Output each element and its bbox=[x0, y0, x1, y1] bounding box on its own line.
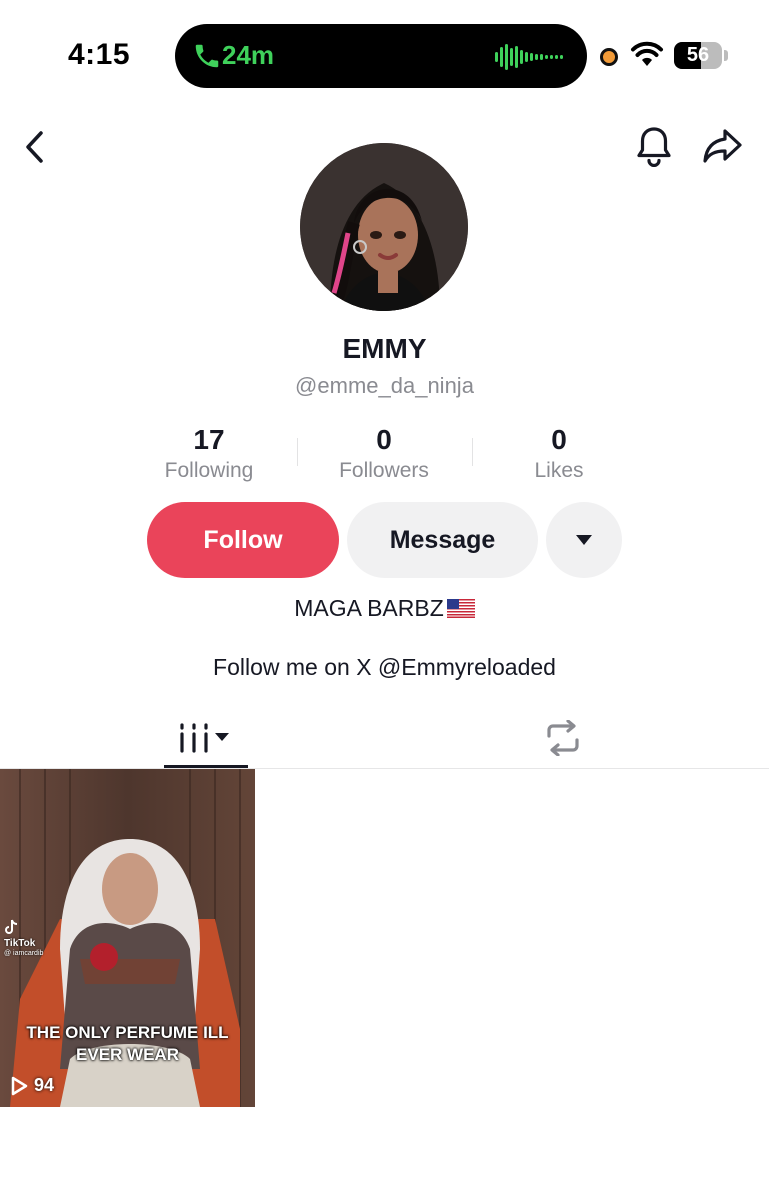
stat-label: Likes bbox=[534, 459, 584, 482]
tiktok-logo-icon bbox=[5, 919, 18, 934]
stat-likes[interactable]: 0 Likes bbox=[479, 424, 639, 486]
play-count-value: 94 bbox=[34, 1075, 55, 1095]
audio-waveform-icon bbox=[495, 44, 563, 70]
play-icon bbox=[11, 1076, 28, 1095]
message-button[interactable]: Message bbox=[347, 502, 538, 578]
stat-following[interactable]: 17 Following bbox=[129, 424, 289, 486]
follow-button[interactable]: Follow bbox=[147, 502, 339, 578]
video-caption-line: EVER WEAR bbox=[76, 1045, 179, 1064]
bio-line: MAGA BARBZ bbox=[0, 595, 769, 622]
caret-down-icon bbox=[576, 535, 592, 545]
stat-label: Followers bbox=[339, 459, 429, 482]
stat-label: Following bbox=[164, 459, 254, 482]
profile-username[interactable]: @emme_da_ninja bbox=[0, 373, 769, 399]
tab-videos[interactable] bbox=[164, 708, 248, 768]
profile-avatar[interactable] bbox=[300, 143, 468, 311]
video-thumbnail[interactable]: TikTok @ iamcardib THE ONLY PERFUME ILL … bbox=[0, 769, 255, 1107]
bell-icon bbox=[637, 127, 671, 167]
privacy-indicator-dot bbox=[600, 48, 618, 66]
stat-followers[interactable]: 0 Followers bbox=[304, 424, 464, 486]
call-duration: 24m bbox=[222, 40, 275, 70]
avatar-illustration bbox=[300, 143, 468, 311]
us-flag-icon bbox=[446, 599, 475, 618]
video-caption-line: THE ONLY PERFUME ILL bbox=[26, 1023, 229, 1042]
tiktok-watermark-text: TikTok bbox=[4, 938, 36, 949]
status-bar: 4:15 24m 56 bbox=[0, 0, 769, 110]
share-button[interactable] bbox=[700, 124, 744, 168]
wifi-icon bbox=[631, 41, 663, 66]
phone-icon bbox=[195, 44, 219, 68]
battery-percent: 56 bbox=[686, 44, 710, 66]
suggested-accounts-button[interactable] bbox=[546, 502, 622, 578]
stat-divider bbox=[297, 438, 298, 466]
profile-display-name: EMMY bbox=[342, 333, 427, 364]
notifications-button[interactable] bbox=[632, 124, 676, 168]
stat-value: 17 bbox=[193, 424, 225, 455]
tab-reposts[interactable] bbox=[521, 708, 605, 768]
dynamic-island[interactable]: 24m bbox=[175, 24, 587, 88]
stat-value: 0 bbox=[551, 424, 567, 455]
battery-icon: 56 bbox=[674, 42, 722, 69]
battery-cap bbox=[724, 50, 728, 61]
videos-grid-icon bbox=[180, 723, 229, 753]
bio-text: MAGA BARBZ bbox=[294, 595, 444, 621]
back-button[interactable] bbox=[13, 125, 57, 169]
stat-value: 0 bbox=[376, 424, 392, 455]
status-time: 4:15 bbox=[68, 38, 131, 71]
share-arrow-icon bbox=[703, 129, 742, 163]
stat-divider bbox=[472, 438, 473, 466]
chevron-left-icon bbox=[26, 131, 43, 163]
tiktok-watermark: TikTok bbox=[4, 919, 35, 949]
play-count: 94 bbox=[10, 1075, 54, 1096]
tiktok-watermark-handle: @ iamcardib bbox=[4, 950, 44, 957]
repost-icon bbox=[547, 720, 579, 756]
bio-line: Follow me on X @Emmyreloaded bbox=[213, 654, 556, 680]
video-caption: THE ONLY PERFUME ILL EVER WEAR bbox=[0, 1022, 255, 1066]
